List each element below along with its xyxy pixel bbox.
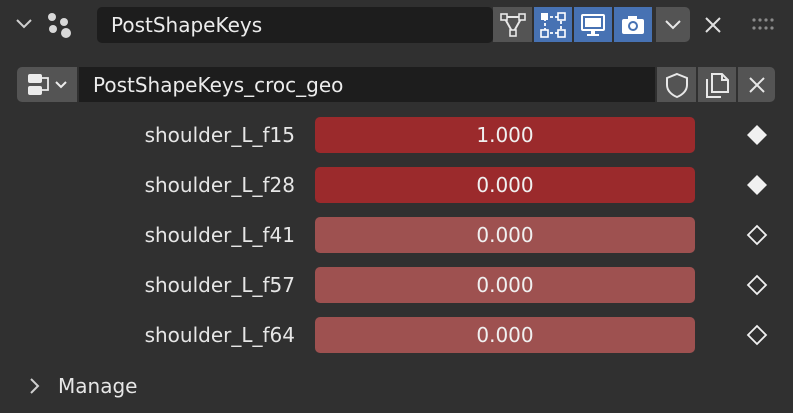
drag-grip-icon[interactable] [752, 17, 776, 33]
keyframe-hollow-icon[interactable] [745, 223, 769, 247]
keyframe-hollow-icon[interactable] [745, 323, 769, 347]
shape-key-row: shoulder_L_f41 0.000 [0, 217, 793, 253]
chevron-right-icon [30, 378, 40, 394]
shape-key-label: shoulder_L_f57 [144, 273, 295, 297]
shape-key-value-slider[interactable]: 0.000 [315, 167, 695, 203]
close-icon [748, 76, 765, 93]
unlink-button[interactable] [738, 67, 775, 102]
modifier-toggles [493, 7, 652, 42]
duplicate-icon [706, 72, 729, 98]
edit-mode-toggle[interactable] [534, 7, 572, 42]
shape-key-label: shoulder_L_f15 [144, 123, 295, 147]
shape-keys-icon [28, 73, 67, 95]
manage-label: Manage [58, 374, 138, 398]
modifier-name-text: PostShapeKeys [111, 13, 263, 37]
remove-modifier-close-icon[interactable] [702, 14, 724, 36]
keyframe-filled-icon[interactable] [745, 173, 769, 197]
shape-key-label: shoulder_L_f41 [144, 223, 295, 247]
shape-key-row: shoulder_L_f64 0.000 [0, 317, 793, 353]
viewport-toggle[interactable] [574, 7, 612, 42]
shape-key-label: shoulder_L_f64 [144, 323, 295, 347]
modifier-name-field[interactable]: PostShapeKeys [97, 7, 493, 43]
chevron-down-icon [665, 19, 681, 29]
shape-key-value-slider[interactable]: 1.000 [315, 117, 695, 153]
shape-key-value-slider[interactable]: 0.000 [315, 217, 695, 253]
fake-user-button[interactable] [657, 67, 696, 102]
shape-key-row: shoulder_L_f28 0.000 [0, 167, 793, 203]
shape-key-value-slider[interactable]: 0.000 [315, 317, 695, 353]
shape-keys-name-text: PostShapeKeys_croc_geo [93, 72, 344, 97]
shield-icon [665, 72, 688, 98]
monitor-icon [581, 13, 605, 36]
manage-subpanel-header[interactable]: Manage [26, 372, 137, 400]
vertex-triangle-icon [499, 12, 526, 37]
render-toggle[interactable] [614, 7, 652, 42]
shape-key-row: shoulder_L_f57 0.000 [0, 267, 793, 303]
edit-cage-toggle[interactable] [493, 7, 532, 42]
browse-shape-keys-button[interactable] [17, 67, 77, 102]
keyframe-filled-icon[interactable] [745, 123, 769, 147]
shape-key-label: shoulder_L_f28 [144, 173, 295, 197]
shape-key-row: shoulder_L_f15 1.000 [0, 117, 793, 153]
modifier-dots-icon [44, 10, 74, 40]
shape-key-value-slider[interactable]: 0.000 [315, 267, 695, 303]
collapse-chevron-icon[interactable] [14, 16, 34, 32]
shape-keys-name-field[interactable]: PostShapeKeys_croc_geo [79, 67, 655, 102]
edit-mode-icon [540, 11, 566, 38]
modifier-extras-dropdown[interactable] [656, 7, 690, 42]
keyframe-hollow-icon[interactable] [745, 273, 769, 297]
duplicate-button[interactable] [698, 67, 736, 102]
camera-icon [622, 15, 644, 34]
